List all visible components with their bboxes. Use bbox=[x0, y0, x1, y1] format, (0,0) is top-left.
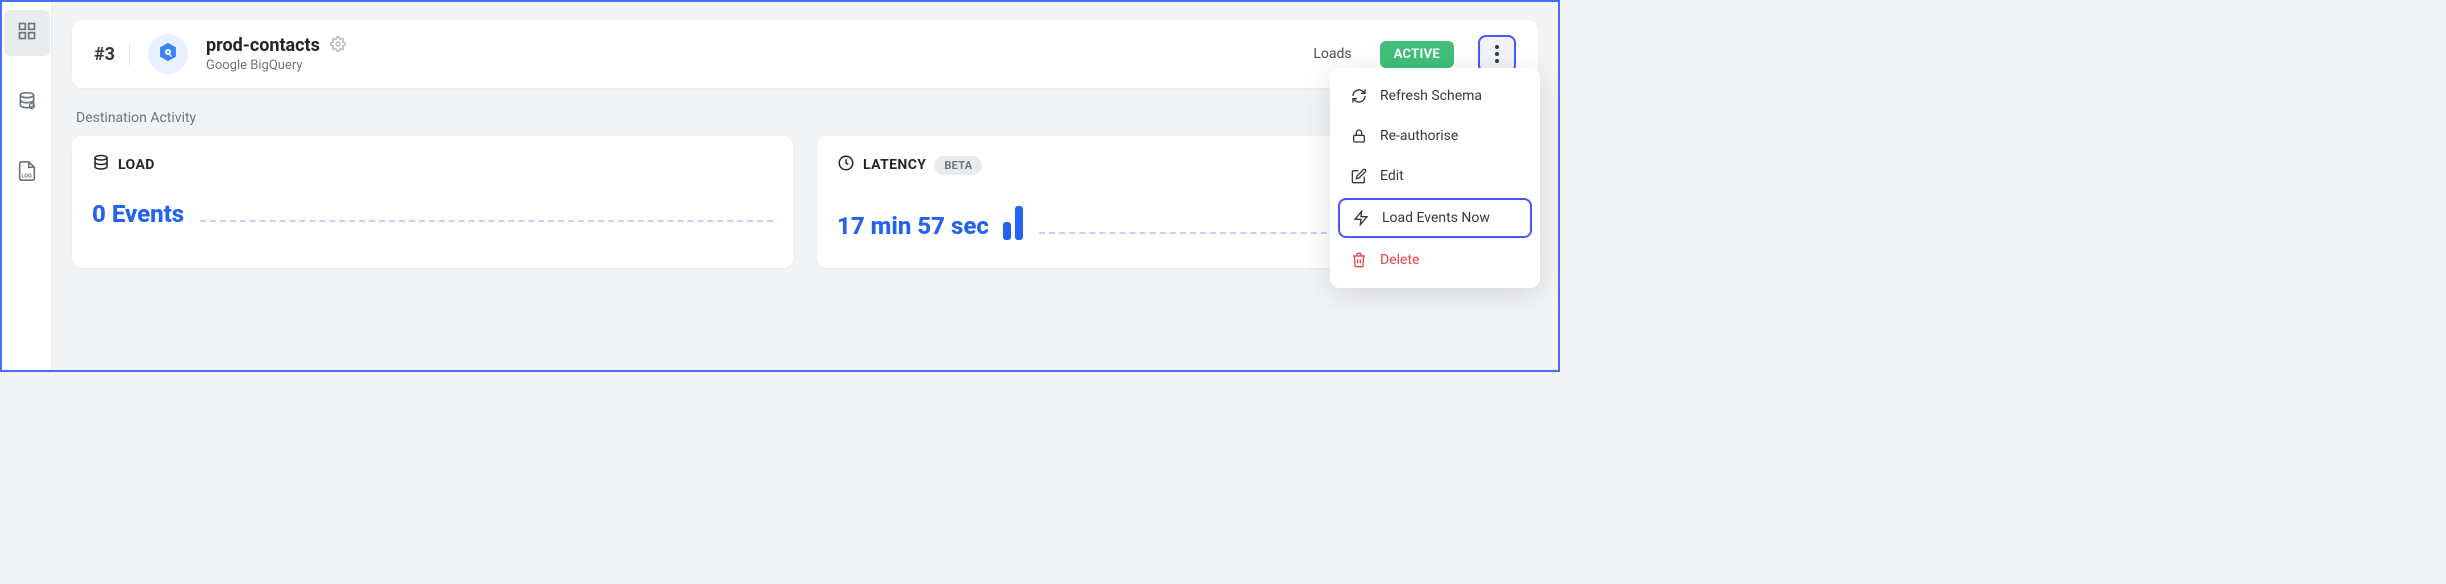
menu-label: Re-authorise bbox=[1380, 128, 1458, 144]
bigquery-icon bbox=[157, 41, 179, 67]
destination-logo bbox=[148, 34, 188, 74]
load-sparkline bbox=[200, 220, 773, 222]
menu-label: Edit bbox=[1380, 168, 1404, 184]
latency-label: LATENCY bbox=[863, 157, 926, 173]
menu-item-delete[interactable]: Delete bbox=[1338, 242, 1532, 278]
sidebar: LOG bbox=[2, 2, 52, 370]
grid-icon bbox=[17, 21, 37, 45]
bar bbox=[1003, 222, 1011, 240]
refresh-icon bbox=[1350, 88, 1368, 104]
edit-icon bbox=[1350, 168, 1368, 184]
trash-icon bbox=[1350, 252, 1368, 268]
menu-item-refresh-schema[interactable]: Refresh Schema bbox=[1338, 78, 1532, 114]
bolt-icon bbox=[1352, 210, 1370, 226]
menu-label: Refresh Schema bbox=[1380, 88, 1482, 104]
menu-item-edit[interactable]: Edit bbox=[1338, 158, 1532, 194]
menu-label: Load Events Now bbox=[1382, 210, 1490, 226]
latency-value: 17 min 57 sec bbox=[837, 212, 989, 240]
load-icon bbox=[92, 154, 110, 176]
beta-badge: BETA bbox=[934, 156, 982, 175]
load-label: LOAD bbox=[118, 157, 155, 173]
menu-item-reauthorise[interactable]: Re-authorise bbox=[1338, 118, 1532, 154]
clock-icon bbox=[837, 154, 855, 176]
log-icon: LOG bbox=[16, 160, 38, 186]
sidebar-item-log[interactable]: LOG bbox=[4, 150, 50, 196]
status-badge: ACTIVE bbox=[1380, 41, 1454, 68]
section-header: Destination Activity 2h bbox=[76, 110, 1534, 126]
destination-subtitle: Google BigQuery bbox=[206, 58, 346, 73]
section-title: Destination Activity bbox=[76, 110, 196, 126]
kebab-icon bbox=[1495, 45, 1499, 63]
destination-title-block: prod-contacts Google BigQuery bbox=[206, 35, 346, 73]
lock-icon bbox=[1350, 128, 1368, 144]
destination-header: #3 prod-contacts Google BigQuery Loads A… bbox=[72, 20, 1538, 88]
actions-menu: Refresh Schema Re-authorise Edit Load Ev… bbox=[1330, 68, 1540, 288]
loads-label: Loads bbox=[1313, 46, 1351, 62]
bar bbox=[1015, 206, 1023, 240]
destination-title: prod-contacts bbox=[206, 35, 320, 56]
main-content: #3 prod-contacts Google BigQuery Loads A… bbox=[52, 2, 1558, 370]
svg-text:LOG: LOG bbox=[21, 173, 32, 179]
gear-icon[interactable] bbox=[330, 36, 346, 56]
load-value: 0 Events bbox=[92, 200, 184, 228]
latency-bars bbox=[1003, 200, 1023, 240]
destination-rank: #3 bbox=[94, 44, 130, 65]
menu-item-load-events-now[interactable]: Load Events Now bbox=[1338, 198, 1532, 238]
load-card: LOAD 0 Events bbox=[72, 136, 793, 268]
sidebar-item-grid[interactable] bbox=[4, 10, 50, 56]
sidebar-item-database[interactable] bbox=[4, 80, 50, 126]
menu-label: Delete bbox=[1380, 252, 1419, 268]
database-icon bbox=[17, 91, 37, 115]
